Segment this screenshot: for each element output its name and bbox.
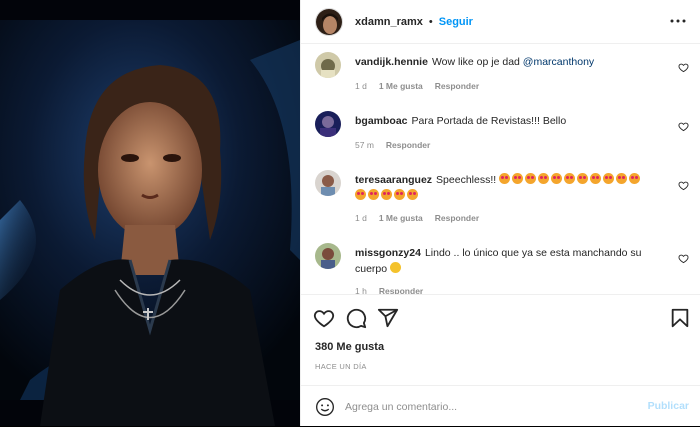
heart-icon[interactable]	[678, 62, 689, 73]
heart-icon[interactable]	[313, 307, 335, 329]
comment-username[interactable]: missgonzy24	[355, 247, 421, 259]
commenter-avatar[interactable]	[315, 52, 341, 78]
comment-mention[interactable]: @marcanthony	[523, 56, 594, 68]
instagram-post: xdamn_ramx • Seguir vandijk.hennie Wow li…	[0, 0, 700, 426]
publish-button[interactable]: Publicar	[648, 400, 689, 412]
author-username[interactable]: xdamn_ramx	[355, 16, 423, 28]
comment-content: Speechless!!	[436, 174, 497, 186]
heart-eyes-emoji	[381, 189, 392, 200]
comment-item: vandijk.hennie Wow like op je dad @marcan…	[315, 52, 695, 102]
comment-username[interactable]: teresaaranguez	[355, 174, 432, 186]
heart-eyes-emoji	[629, 173, 641, 184]
commenter-avatar[interactable]	[315, 170, 341, 196]
separator-dot: •	[428, 15, 433, 28]
reply-button[interactable]: Responder	[435, 213, 479, 223]
heart-eyes-emoji	[538, 173, 550, 184]
portrait-photo	[0, 0, 300, 426]
comments-list[interactable]: vandijk.hennie Wow like op je dad @marcan…	[301, 44, 700, 294]
more-horizontal-icon[interactable]	[669, 12, 687, 30]
comment-time: 57 m	[355, 140, 374, 150]
heart-eyes-emoji	[590, 173, 602, 184]
likes-count[interactable]: 380 Me gusta	[315, 341, 384, 353]
heart-eyes-emoji	[499, 173, 511, 184]
heart-eyes-emoji	[603, 173, 615, 184]
heart-eyes-emoji	[512, 173, 524, 184]
post-actions: 380 Me gusta HACE UN DÍA Publicar	[301, 294, 700, 426]
post-photo[interactable]	[0, 0, 300, 426]
heart-eyes-emoji	[355, 189, 366, 200]
comment-content: Para Portada de Revistas!!! Bello	[411, 115, 567, 127]
follow-button[interactable]: Seguir	[439, 16, 473, 28]
comment-item: teresaaranguez Speechless!! 1 d 1 Me gust…	[315, 170, 695, 230]
comment-text: missgonzy24 Lindo .. lo único que ya se e…	[355, 245, 655, 277]
comment-time: 1 d	[355, 81, 367, 91]
comment-meta: 1 d 1 Me gusta Responder	[355, 213, 479, 223]
bookmark-icon[interactable]	[669, 307, 691, 329]
comment-composer: Publicar	[301, 385, 700, 427]
comment-time: 1 h	[355, 286, 367, 294]
heart-eyes-emoji	[551, 173, 563, 184]
heart-eyes-emoji	[525, 173, 537, 184]
comment-text: vandijk.hennie Wow like op je dad @marcan…	[355, 54, 655, 70]
comment-likes[interactable]: 1 Me gusta	[379, 213, 423, 223]
heart-eyes-emoji	[616, 173, 628, 184]
heart-icon[interactable]	[678, 180, 689, 191]
heart-eyes-emoji	[564, 173, 576, 184]
comment-item: bgamboac Para Portada de Revistas!!! Bell…	[315, 111, 695, 155]
commenter-avatar[interactable]	[315, 111, 341, 137]
comment-meta: 1 h Responder	[355, 286, 423, 294]
commenter-avatar[interactable]	[315, 243, 341, 269]
comment-item: missgonzy24 Lindo .. lo único que ya se e…	[315, 243, 695, 294]
heart-eyes-emoji	[577, 173, 589, 184]
post-side-panel: xdamn_ramx • Seguir vandijk.hennie Wow li…	[300, 0, 700, 426]
comment-username[interactable]: bgamboac	[355, 115, 408, 127]
heart-icon[interactable]	[678, 253, 689, 264]
comment-meta: 57 m Responder	[355, 140, 430, 150]
comment-time: 1 d	[355, 213, 367, 223]
reply-button[interactable]: Responder	[379, 286, 423, 294]
send-icon[interactable]	[377, 307, 399, 329]
post-date[interactable]: HACE UN DÍA	[315, 362, 367, 371]
comment-content: Wow like op je dad	[431, 56, 523, 68]
reply-button[interactable]: Responder	[386, 140, 430, 150]
author-avatar[interactable]	[315, 7, 343, 36]
heart-icon[interactable]	[678, 121, 689, 132]
heart-eyes-emoji	[407, 189, 418, 200]
comment-icon[interactable]	[345, 307, 367, 329]
post-header: xdamn_ramx • Seguir	[301, 0, 700, 44]
comment-meta: 1 d 1 Me gusta Responder	[355, 81, 479, 91]
comment-likes[interactable]: 1 Me gusta	[379, 81, 423, 91]
smiley-icon[interactable]	[315, 397, 335, 417]
comment-input[interactable]	[345, 398, 635, 416]
comment-text: teresaaranguez Speechless!!	[355, 172, 655, 204]
comment-username[interactable]: vandijk.hennie	[355, 56, 428, 68]
comment-text: bgamboac Para Portada de Revistas!!! Bell…	[355, 113, 655, 129]
disappointed-face-emoji	[390, 262, 402, 273]
heart-eyes-emoji	[368, 189, 379, 200]
reply-button[interactable]: Responder	[435, 81, 479, 91]
heart-eyes-emoji	[394, 189, 405, 200]
